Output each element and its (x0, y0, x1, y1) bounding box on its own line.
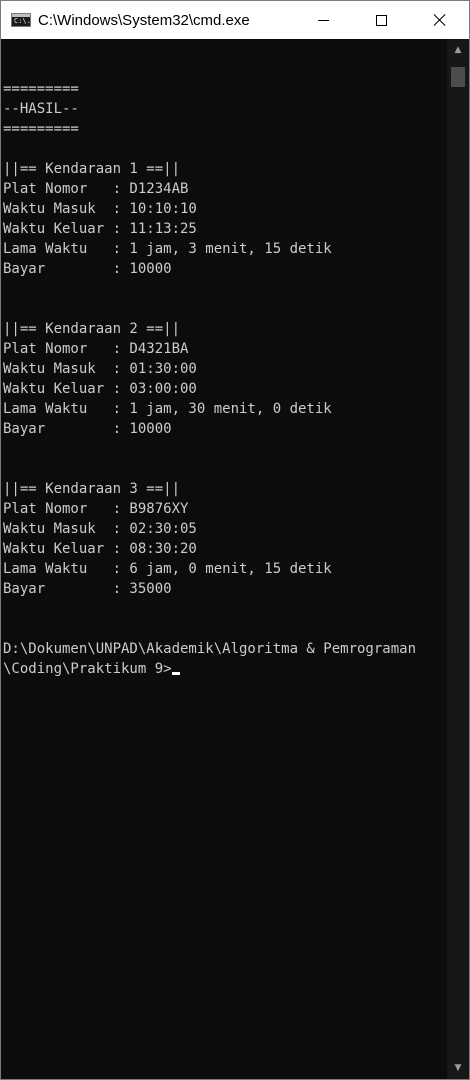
cmd-icon[interactable]: C:\. (11, 13, 31, 27)
chevron-down-icon[interactable]: ▼ (447, 1057, 469, 1079)
minimize-icon (317, 19, 329, 21)
close-button[interactable] (411, 1, 469, 39)
cmd-icon-glyph: C:\. (14, 17, 31, 25)
maximize-button[interactable] (352, 1, 410, 39)
text-cursor (171, 672, 180, 675)
console-output: ========= --HASIL-- ========= ||== Kenda… (3, 79, 416, 679)
title-bar[interactable]: C:\. C:\Windows\System32\cmd.exe (1, 1, 469, 39)
window-title: C:\Windows\System32\cmd.exe (38, 11, 250, 29)
console-area[interactable]: ========= --HASIL-- ========= ||== Kenda… (3, 39, 447, 1079)
minimize-button[interactable] (294, 1, 352, 39)
maximize-icon (375, 14, 387, 26)
vertical-scrollbar[interactable]: ▲ ▼ (447, 39, 469, 1079)
close-icon (433, 13, 447, 27)
cmd-window: C:\. C:\Windows\System32\cmd.exe =======… (0, 0, 470, 1080)
console-text: ========= --HASIL-- ========= ||== Kenda… (3, 81, 417, 677)
chevron-up-icon[interactable]: ▲ (447, 39, 469, 61)
scrollbar-thumb[interactable] (451, 67, 465, 87)
